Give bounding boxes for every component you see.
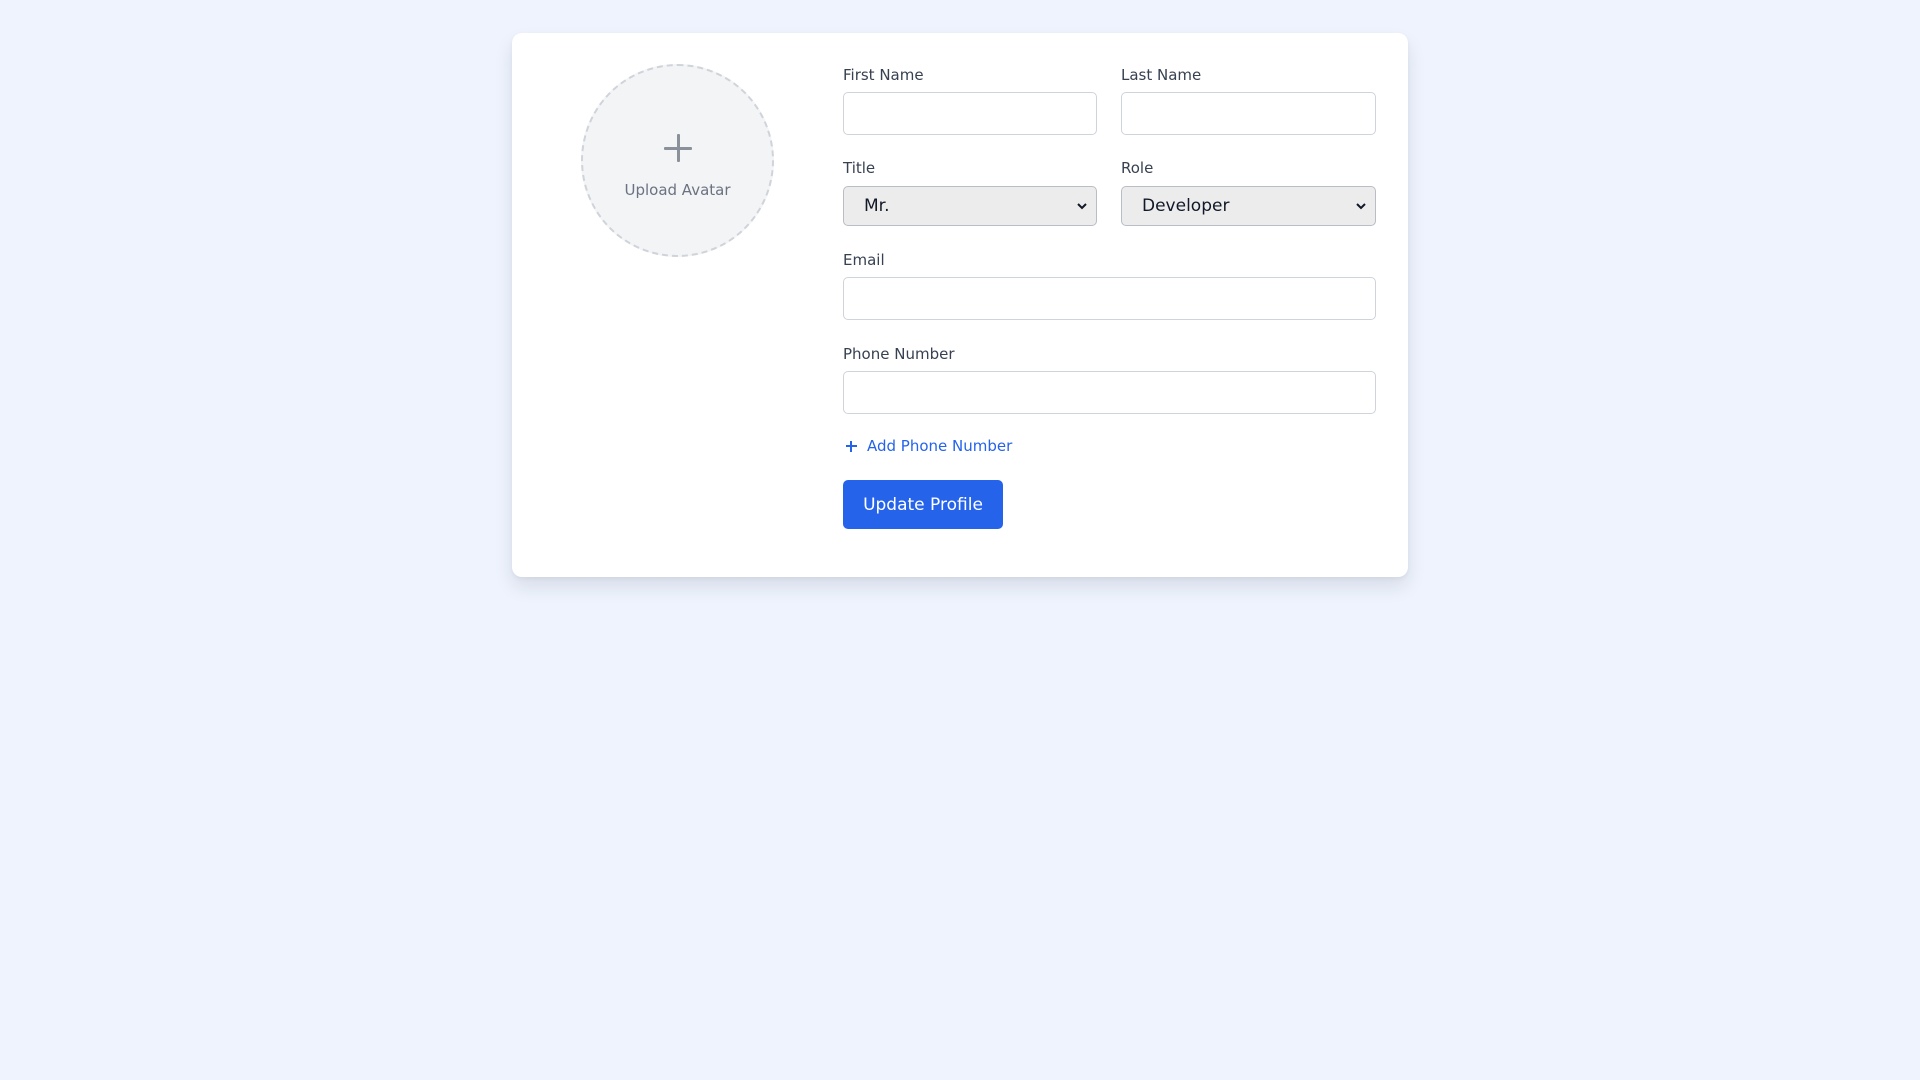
plus-icon (663, 134, 692, 162)
last-name-input[interactable] (1121, 92, 1376, 135)
role-select[interactable]: Developer (1121, 186, 1376, 226)
first-name-input[interactable] (843, 92, 1097, 135)
plus-icon (846, 441, 857, 452)
title-select[interactable]: Mr. (843, 186, 1097, 226)
first-name-label: First Name (843, 66, 924, 84)
add-phone-number-label: Add Phone Number (867, 437, 1013, 455)
title-select-value: Mr. (864, 196, 890, 216)
role-label: Role (1121, 159, 1154, 177)
profile-card: Upload Avatar First Name Last Name Title… (512, 33, 1408, 577)
last-name-label: Last Name (1121, 66, 1202, 84)
upload-avatar-button[interactable]: Upload Avatar (581, 64, 774, 257)
upload-avatar-label: Upload Avatar (624, 181, 731, 199)
chevron-down-icon (1356, 203, 1366, 210)
add-phone-number-link[interactable]: Add Phone Number (843, 437, 1012, 455)
chevron-down-icon (1077, 203, 1087, 210)
title-label: Title (843, 159, 876, 177)
email-label: Email (843, 251, 885, 269)
email-input[interactable] (843, 277, 1376, 320)
phone-number-label: Phone Number (843, 345, 955, 363)
role-select-value: Developer (1142, 196, 1230, 216)
phone-number-input[interactable] (843, 371, 1376, 414)
update-profile-button[interactable]: Update Profile (843, 480, 1003, 529)
